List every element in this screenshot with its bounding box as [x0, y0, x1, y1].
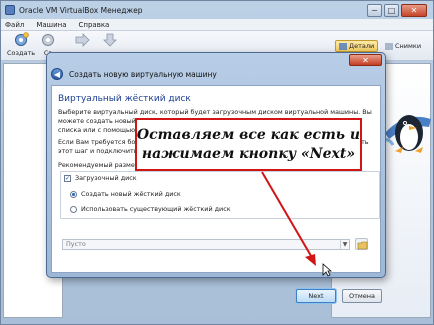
existing-disk-select[interactable]: Пусто ▼ — [62, 239, 350, 250]
use-existing-disk-label: Использовать существующий жёсткий диск — [81, 205, 231, 213]
menu-machine[interactable]: Машина — [36, 21, 66, 29]
create-new-disk-radio[interactable]: Создать новый жёсткий диск — [70, 190, 181, 198]
mouse-cursor-icon — [322, 263, 332, 277]
use-existing-disk-radio[interactable]: Использовать существующий жёсткий диск — [70, 205, 231, 213]
annotation-callout: Оставляем все как есть и нажимаем кнопку… — [135, 118, 362, 171]
chevron-down-icon: ▼ — [340, 240, 349, 249]
boot-disk-checkbox[interactable]: ✓ Загрузочный диск — [64, 174, 137, 182]
virtualbox-app-icon — [5, 5, 15, 15]
close-button[interactable]: ✕ — [401, 4, 427, 17]
menu-bar: Файл Машина Справка — [1, 19, 433, 31]
title-bar[interactable]: Oracle VM VirtualBox Менеджер − □ ✕ — [1, 1, 433, 19]
section-title: Виртуальный жёсткий диск — [58, 94, 191, 104]
snapshots-button[interactable]: Снимки — [381, 40, 425, 52]
maximize-button[interactable]: □ — [384, 4, 399, 17]
details-label: Детали — [349, 42, 375, 50]
annotation-line-1: Оставляем все как есть и — [136, 126, 361, 143]
existing-disk-value: Пусто — [66, 240, 86, 248]
penguin-mascot-icon — [380, 115, 431, 153]
discard-button[interactable] — [101, 32, 119, 49]
discard-arrow-icon — [103, 33, 117, 47]
minimize-button[interactable]: − — [367, 4, 382, 17]
window-title: Oracle VM VirtualBox Менеджер — [19, 5, 143, 15]
menu-help[interactable]: Справка — [79, 21, 110, 29]
menu-file[interactable]: Файл — [5, 21, 24, 29]
dialog-body: Виртуальный жёсткий диск Выберите виртуа… — [51, 85, 382, 303]
start-arrow-icon — [75, 33, 90, 47]
radio-selected-icon — [70, 190, 77, 198]
details-button[interactable]: Детали — [335, 40, 379, 52]
dialog-header: ◀ Создать новую виртуальную машину — [51, 65, 381, 83]
snapshots-label: Снимки — [395, 42, 422, 50]
boot-disk-label: Загрузочный диск — [75, 174, 137, 182]
annotation-line-2: нажимаем кнопку «Next» — [141, 145, 356, 162]
back-arrow-icon[interactable]: ◀ — [51, 68, 63, 80]
radio-unselected-icon — [70, 205, 77, 213]
create-label: Создать — [7, 49, 36, 57]
create-new-disk-label: Создать новый жёсткий диск — [81, 190, 181, 198]
checkbox-check-icon: ✓ — [64, 174, 71, 182]
create-gear-icon — [15, 32, 29, 46]
snapshots-icon — [385, 42, 393, 50]
next-button[interactable]: Next — [296, 289, 336, 303]
create-button[interactable]: Создать — [7, 32, 35, 57]
recommended-size-text: Рекомендуемый размер з — [58, 161, 145, 169]
cancel-button[interactable]: Отмена — [342, 289, 382, 303]
folder-open-icon[interactable] — [355, 238, 368, 250]
settings-gear-icon — [42, 34, 54, 46]
dialog-title: Создать новую виртуальную машину — [69, 69, 217, 79]
start-button[interactable] — [73, 32, 91, 49]
details-icon — [339, 42, 347, 50]
